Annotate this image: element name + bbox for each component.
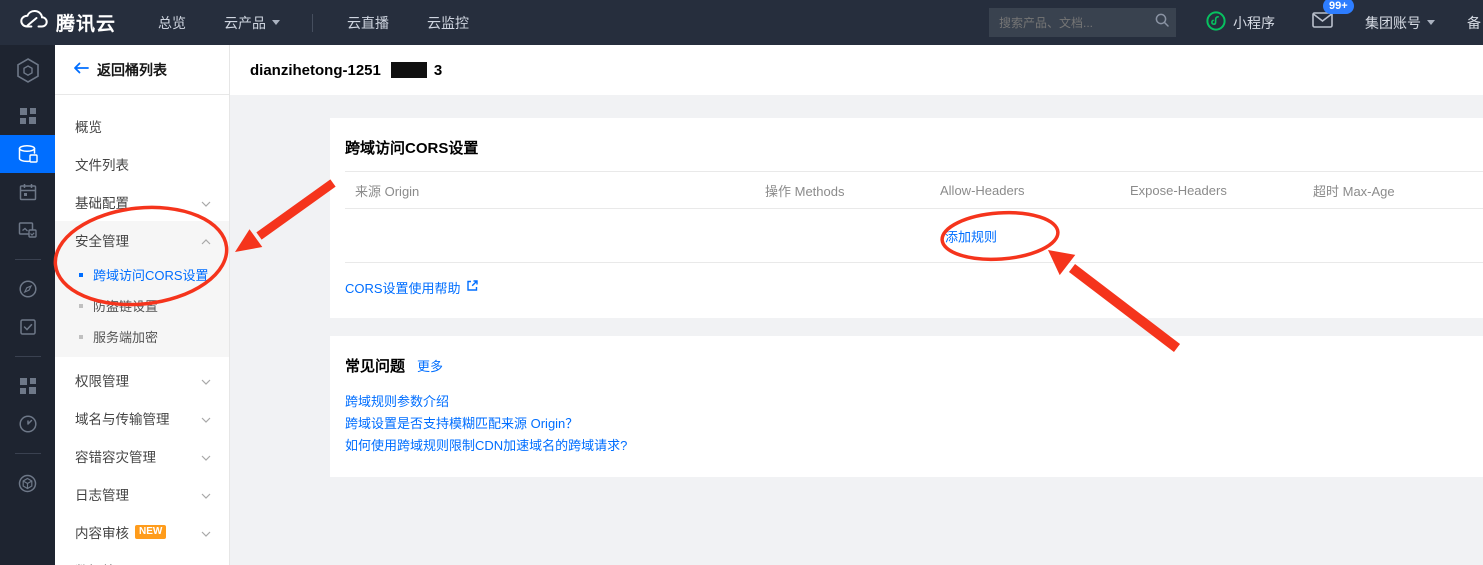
notification-badge: 99+: [1323, 0, 1354, 14]
account-menu[interactable]: 集团账号: [1365, 13, 1435, 33]
bucket-title-bar: dianzihetong-1251 3: [230, 45, 1483, 95]
product-icon-rail: [0, 45, 55, 565]
column-allow-headers: Allow-Headers: [930, 183, 1120, 198]
search-icon[interactable]: [1154, 12, 1170, 33]
chevron-down-icon: [201, 195, 211, 210]
chevron-down-icon: [201, 449, 211, 464]
sidebar-item-cors[interactable]: 跨域访问CORS设置: [55, 259, 229, 290]
mail-icon: [1312, 12, 1333, 33]
nav-divider: [312, 14, 313, 32]
faq-more-link[interactable]: 更多: [417, 356, 443, 375]
mini-program-icon: [1206, 11, 1233, 34]
mini-program-entry[interactable]: 小程序: [1206, 11, 1275, 34]
cors-help-link[interactable]: CORS设置使用帮助: [345, 278, 461, 297]
topnav-right: 小程序 99+ 集团账号 备: [989, 0, 1483, 45]
cors-help-row: CORS设置使用帮助: [345, 278, 1483, 297]
external-link-icon[interactable]: [461, 279, 479, 297]
chevron-down-icon: [272, 20, 280, 25]
cloud-logo-icon: [18, 9, 48, 36]
cors-rules-table: 来源 Origin 操作 Methods Allow-Headers Expos…: [345, 171, 1483, 263]
sidebar-item-data-process[interactable]: 数据处理: [55, 551, 229, 565]
bullet-icon: [79, 273, 83, 277]
column-max-age: 超时 Max-Age: [1303, 181, 1483, 200]
cos-logo-icon[interactable]: [0, 45, 55, 97]
bucket-sidebar: 返回桶列表 概览 文件列表 基础配置 安全管理 跨域访问CORS设置: [55, 45, 230, 565]
arrow-left-icon: [73, 61, 89, 79]
chevron-up-icon: [201, 233, 211, 248]
main-content: dianzihetong-1251 3 跨域访问CORS设置 来源 Origin…: [230, 45, 1483, 565]
sidebar-item-overview[interactable]: 概览: [55, 107, 229, 145]
resource-cube-icon[interactable]: [0, 464, 55, 502]
mini-program-label: 小程序: [1233, 13, 1275, 33]
back-to-bucket-list[interactable]: 返回桶列表: [55, 45, 229, 95]
dashboard-grid-icon[interactable]: [0, 97, 55, 135]
nav-item-overview[interactable]: 总览: [158, 13, 186, 33]
chevron-down-icon: [201, 373, 211, 388]
faq-link-cdn-restrict[interactable]: 如何使用跨域规则限制CDN加速域名的跨域请求?: [345, 435, 1483, 457]
sidebar-item-file-list[interactable]: 文件列表: [55, 145, 229, 183]
faq-link-params[interactable]: 跨域规则参数介绍: [345, 391, 1483, 413]
message-center[interactable]: 99+: [1309, 10, 1335, 36]
sidebar-menu: 概览 文件列表 基础配置 安全管理 跨域访问CORS设置: [55, 95, 229, 565]
new-badge: NEW: [135, 525, 166, 539]
bucket-storage-icon[interactable]: [0, 135, 55, 173]
nav-item-live-stream[interactable]: 云直播: [347, 13, 389, 33]
nav-item-cloud-monitor[interactable]: 云监控: [427, 13, 469, 33]
chevron-down-icon: [201, 411, 211, 426]
table-header-row: 来源 Origin 操作 Methods Allow-Headers Expos…: [345, 171, 1483, 209]
faq-link-fuzzy-origin[interactable]: 跨域设置是否支持模糊匹配来源 Origin？: [345, 413, 1483, 435]
rail-divider: [15, 259, 41, 260]
cors-settings-card: 跨域访问CORS设置 来源 Origin 操作 Methods Allow-He…: [330, 118, 1483, 318]
sidebar-item-log-management[interactable]: 日志管理: [55, 475, 229, 513]
sidebar-item-hotlink[interactable]: 防盗链设置: [55, 290, 229, 321]
sidebar-item-permission[interactable]: 权限管理: [55, 361, 229, 399]
rail-divider: [15, 356, 41, 357]
faq-link-list: 跨域规则参数介绍 跨域设置是否支持模糊匹配来源 Origin？ 如何使用跨域规则…: [345, 391, 1483, 457]
chevron-down-icon: [1427, 20, 1435, 25]
faq-card-title: 常见问题: [345, 355, 405, 376]
column-methods: 操作 Methods: [755, 181, 930, 200]
monitor-compass-icon[interactable]: [0, 270, 55, 308]
sidebar-item-domain-transfer[interactable]: 域名与传输管理: [55, 399, 229, 437]
sidebar-item-content-audit[interactable]: 内容审核 NEW: [55, 513, 229, 551]
nav-item-cloud-products[interactable]: 云产品: [224, 13, 280, 33]
calendar-icon[interactable]: [0, 173, 55, 211]
media-library-icon[interactable]: [0, 211, 55, 249]
sidebar-item-security[interactable]: 安全管理: [55, 221, 229, 259]
primary-nav: 总览 云产品 云直播 云监控: [158, 13, 507, 33]
top-navbar: 腾讯云 总览 云产品 云直播 云监控: [0, 0, 1483, 45]
search-box[interactable]: [989, 8, 1176, 37]
chevron-down-icon: [201, 525, 211, 540]
sidebar-item-fault-tolerance[interactable]: 容错容灾管理: [55, 437, 229, 475]
column-expose-headers: Expose-Headers: [1120, 183, 1303, 198]
bucket-name: dianzihetong-1251 3: [250, 62, 442, 79]
sidebar-item-basic-config[interactable]: 基础配置: [55, 183, 229, 221]
speedometer-icon[interactable]: [0, 405, 55, 443]
bullet-icon: [79, 335, 83, 339]
column-origin: 来源 Origin: [345, 181, 755, 200]
faq-title-row: 常见问题 更多: [345, 336, 1483, 376]
redaction-box: [391, 62, 427, 78]
tencent-cloud-logo[interactable]: 腾讯云: [18, 9, 116, 36]
services-grid-icon[interactable]: [0, 367, 55, 405]
security-group: 安全管理 跨域访问CORS设置 防盗链设置 服务端加密: [55, 221, 229, 357]
add-rule-link[interactable]: 添加规则: [945, 226, 997, 245]
empty-rules-row: 添加规则: [345, 209, 1483, 263]
task-check-icon[interactable]: [0, 308, 55, 346]
cors-card-title: 跨域访问CORS设置: [345, 118, 1483, 158]
nav-item-beian-partial[interactable]: 备: [1467, 13, 1481, 33]
back-label: 返回桶列表: [97, 60, 167, 80]
brand-text: 腾讯云: [56, 9, 116, 36]
chevron-down-icon: [201, 487, 211, 502]
faq-card: 常见问题 更多 跨域规则参数介绍 跨域设置是否支持模糊匹配来源 Origin？ …: [330, 336, 1483, 477]
sidebar-item-sse[interactable]: 服务端加密: [55, 321, 229, 352]
rail-divider: [15, 453, 41, 454]
bullet-icon: [79, 304, 83, 308]
search-input[interactable]: [999, 16, 1154, 30]
account-label: 集团账号: [1365, 13, 1421, 33]
